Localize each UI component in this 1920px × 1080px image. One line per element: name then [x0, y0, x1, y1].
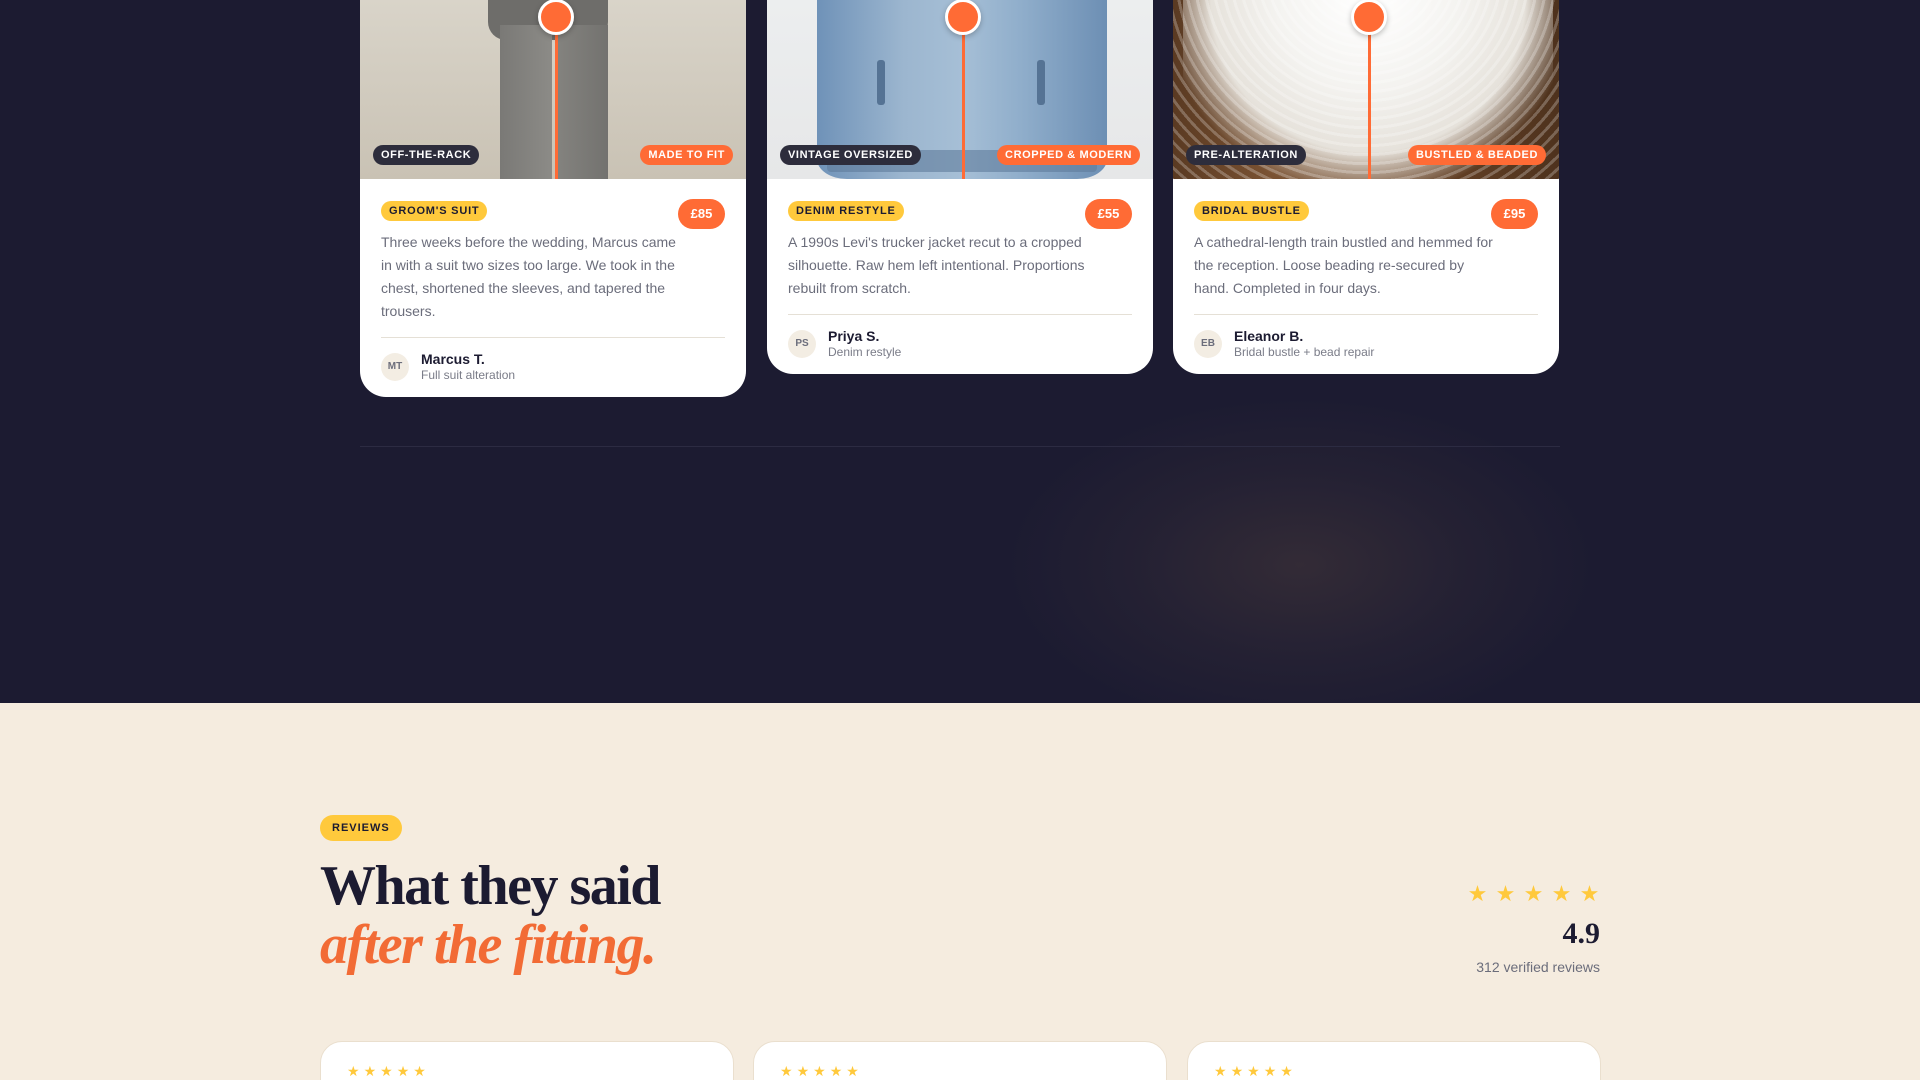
card-divider	[1194, 314, 1538, 315]
service-name: Full suit alteration	[421, 368, 516, 382]
after-label: MADE TO FIT	[640, 145, 733, 165]
customer-name: Marcus T.	[421, 351, 485, 367]
review-stars: ★ ★ ★ ★ ★	[347, 1064, 426, 1078]
price-badge: £95	[1491, 199, 1538, 229]
category-badge: GROOM'S SUIT	[381, 201, 488, 221]
star-icon: ★	[1523, 881, 1544, 906]
before-label: OFF-THE-RACK	[373, 145, 480, 165]
average-rating: 4.9	[1562, 917, 1601, 950]
customer-info: PS Priya S. Denim restyle	[788, 328, 1132, 359]
star-icon: ★	[1230, 1063, 1244, 1079]
category-badge: DENIM RESTYLE	[788, 201, 904, 221]
customer-info: EB Eleanor B. Bridal bustle + bead repai…	[1194, 328, 1538, 359]
review-card: ★ ★ ★ ★ ★	[1187, 1041, 1601, 1080]
star-icon: ★	[829, 1063, 843, 1079]
section-badge: REVIEWS	[320, 815, 402, 841]
star-icon: ★	[1467, 881, 1488, 906]
service-name: Denim restyle	[828, 345, 902, 359]
star-icon: ★	[1214, 1063, 1227, 1079]
story-card-denim-restyle: VINTAGE OVERSIZED CROPPED & MODERN DENIM…	[767, 0, 1153, 374]
review-card: ★ ★ ★ ★ ★	[320, 1041, 734, 1080]
customer-name: Priya S.	[828, 328, 880, 344]
star-icon: ★	[1579, 881, 1600, 906]
customer-name: Eleanor B.	[1234, 328, 1304, 344]
star-icon: ★	[846, 1063, 859, 1079]
jacket-pocket-image	[877, 60, 885, 105]
star-icon: ★	[413, 1063, 426, 1079]
review-count: 312 verified reviews	[1476, 959, 1600, 975]
slider-handle-icon[interactable]	[538, 0, 574, 35]
review-stars: ★ ★ ★ ★ ★	[1214, 1064, 1293, 1078]
transformations-section: OFF-THE-RACK MADE TO FIT GROOM'S SUIT £8…	[0, 0, 1920, 703]
comparison-divider-line[interactable]	[962, 18, 965, 179]
before-after-photo[interactable]: OFF-THE-RACK MADE TO FIT	[360, 0, 746, 179]
review-stars: ★ ★ ★ ★ ★	[780, 1064, 859, 1078]
review-card: ★ ★ ★ ★ ★	[753, 1041, 1167, 1080]
after-label: CROPPED & MODERN	[997, 145, 1140, 165]
comparison-divider-line[interactable]	[1368, 18, 1371, 179]
suit-trouser-image	[500, 25, 552, 179]
star-icon: ★	[1263, 1063, 1277, 1079]
star-icon: ★	[813, 1063, 826, 1079]
avatar: PS	[788, 329, 816, 358]
star-icon: ★	[396, 1063, 410, 1079]
story-card-bridal-bustle: PRE-ALTERATION BUSTLED & BEADED BRIDAL B…	[1173, 0, 1559, 374]
comparison-divider-line[interactable]	[555, 18, 558, 179]
section-heading: What they said	[320, 855, 661, 917]
card-divider	[381, 337, 725, 338]
story-description: A cathedral-length train bustled and hem…	[1194, 234, 1493, 296]
rating-stars: ★ ★ ★ ★ ★	[1467, 881, 1600, 906]
slider-handle-icon[interactable]	[1351, 0, 1387, 35]
category-badge: BRIDAL BUSTLE	[1194, 201, 1309, 221]
avatar: EB	[1194, 329, 1222, 358]
price-badge: £85	[678, 199, 725, 229]
star-icon: ★	[1551, 881, 1572, 906]
before-after-photo[interactable]: VINTAGE OVERSIZED CROPPED & MODERN	[767, 0, 1153, 179]
suit-trouser-image	[556, 25, 608, 179]
star-icon: ★	[1280, 1063, 1293, 1079]
star-icon: ★	[1495, 881, 1516, 906]
star-icon: ★	[780, 1063, 793, 1079]
avatar: MT	[381, 352, 409, 381]
service-name: Bridal bustle + bead repair	[1234, 345, 1375, 359]
customer-info: MT Marcus T. Full suit alteration	[381, 351, 725, 382]
price-badge: £55	[1085, 199, 1132, 229]
star-icon: ★	[1247, 1063, 1260, 1079]
story-description: Three weeks before the wedding, Marcus c…	[381, 234, 676, 319]
section-divider	[360, 446, 1560, 447]
story-description: A 1990s Levi's trucker jacket recut to a…	[788, 234, 1085, 296]
before-label: VINTAGE OVERSIZED	[780, 145, 921, 165]
after-label: BUSTLED & BEADED	[1407, 145, 1546, 165]
card-divider	[788, 314, 1132, 315]
slider-handle-icon[interactable]	[945, 0, 981, 35]
story-card-groom-suit: OFF-THE-RACK MADE TO FIT GROOM'S SUIT £8…	[360, 0, 746, 397]
section-heading-accent: after the fitting.	[320, 914, 657, 976]
jacket-pocket-image	[1037, 60, 1045, 105]
star-icon: ★	[380, 1063, 393, 1079]
reviews-section: REVIEWS What they said after the fitting…	[0, 703, 1920, 1080]
star-icon: ★	[363, 1063, 377, 1079]
before-after-photo[interactable]: PRE-ALTERATION BUSTLED & BEADED	[1173, 0, 1559, 179]
star-icon: ★	[796, 1063, 810, 1079]
before-label: PRE-ALTERATION	[1186, 145, 1306, 165]
star-icon: ★	[347, 1063, 360, 1079]
